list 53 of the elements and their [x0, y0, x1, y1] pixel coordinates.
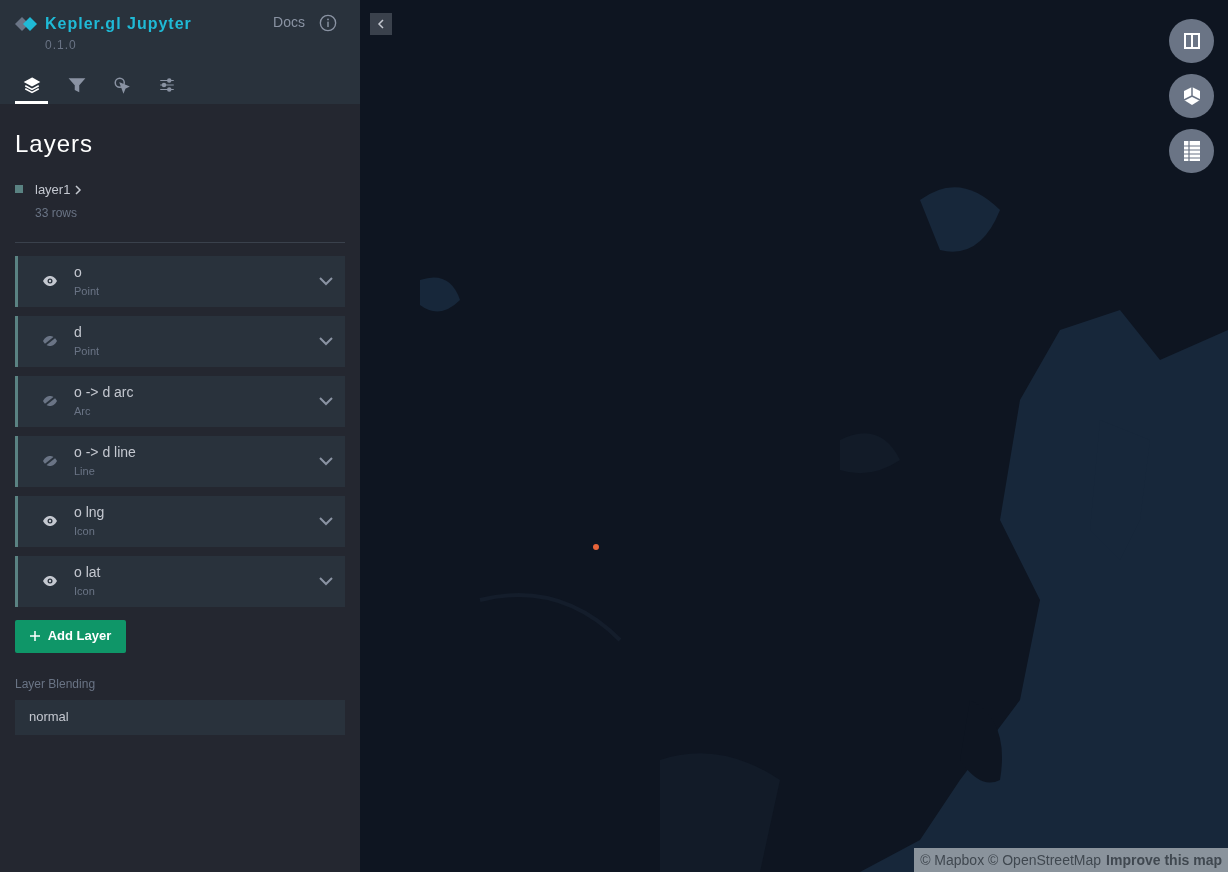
table-icon [1183, 141, 1200, 161]
collapse-sidebar-button[interactable] [370, 13, 392, 35]
layer-panel[interactable]: o -> d arc Arc [15, 375, 345, 427]
layers-icon [22, 75, 41, 94]
layer-panel[interactable]: o -> d line Line [15, 435, 345, 487]
version-label: 0.1.0 [45, 37, 78, 54]
app-title: Kepler.gl Jupyter [45, 14, 192, 34]
eye-icon[interactable] [42, 575, 58, 587]
logo-icon [15, 16, 39, 32]
chevron-down-icon[interactable] [319, 276, 333, 286]
layer-type: Line [74, 464, 96, 480]
attribution-text: © Mapbox © OpenStreetMap [920, 850, 1102, 870]
info-icon[interactable] [319, 13, 337, 32]
layer-type: Icon [74, 584, 96, 600]
chevron-down-icon[interactable] [319, 516, 333, 526]
plus-icon [29, 631, 40, 641]
layer-type: Arc [74, 404, 92, 420]
layer-type: Point [74, 284, 101, 300]
chevron-down-icon[interactable] [319, 576, 333, 586]
dataset-link[interactable]: layer1 [35, 180, 83, 200]
layer-name: o -> d line [74, 443, 137, 463]
chevron-down-icon[interactable] [319, 336, 333, 346]
docs-link[interactable]: Docs [273, 12, 305, 33]
add-layer-button[interactable]: Add Layer [15, 619, 126, 653]
hidden-eye-icon[interactable] [42, 455, 58, 467]
layer-type: Icon [74, 524, 96, 540]
layer-type: Point [74, 344, 101, 360]
blending-select[interactable]: normal [15, 699, 345, 735]
chevron-down-icon[interactable] [319, 396, 333, 406]
layer-name: o [74, 263, 83, 283]
chevron-right-icon [74, 184, 83, 195]
panel-title: Layers [15, 129, 95, 159]
layer-panel[interactable]: o lng Icon [15, 495, 345, 547]
layer-panel[interactable]: o lat Icon [15, 555, 345, 607]
cube-icon [1181, 86, 1202, 106]
blending-label: Layer Blending [15, 675, 97, 693]
filter-icon [67, 75, 86, 94]
layer-name: o -> d arc [74, 383, 135, 403]
cursor-icon [112, 75, 131, 94]
eye-icon[interactable] [42, 515, 58, 527]
chevron-down-icon[interactable] [319, 456, 333, 466]
row-count: 33 rows [35, 204, 79, 222]
layer-name: d [74, 323, 83, 343]
hidden-eye-icon[interactable] [42, 395, 58, 407]
layer-panel[interactable]: d Point [15, 315, 345, 367]
split-map-icon [1182, 32, 1201, 50]
layer-name: o lng [74, 503, 106, 523]
sliders-icon [157, 75, 176, 94]
chevron-left-icon [377, 19, 385, 29]
layer-panel[interactable]: o Point [15, 255, 345, 307]
eye-icon[interactable] [42, 275, 58, 287]
layer-name: o lat [74, 563, 102, 583]
hidden-eye-icon[interactable] [42, 335, 58, 347]
